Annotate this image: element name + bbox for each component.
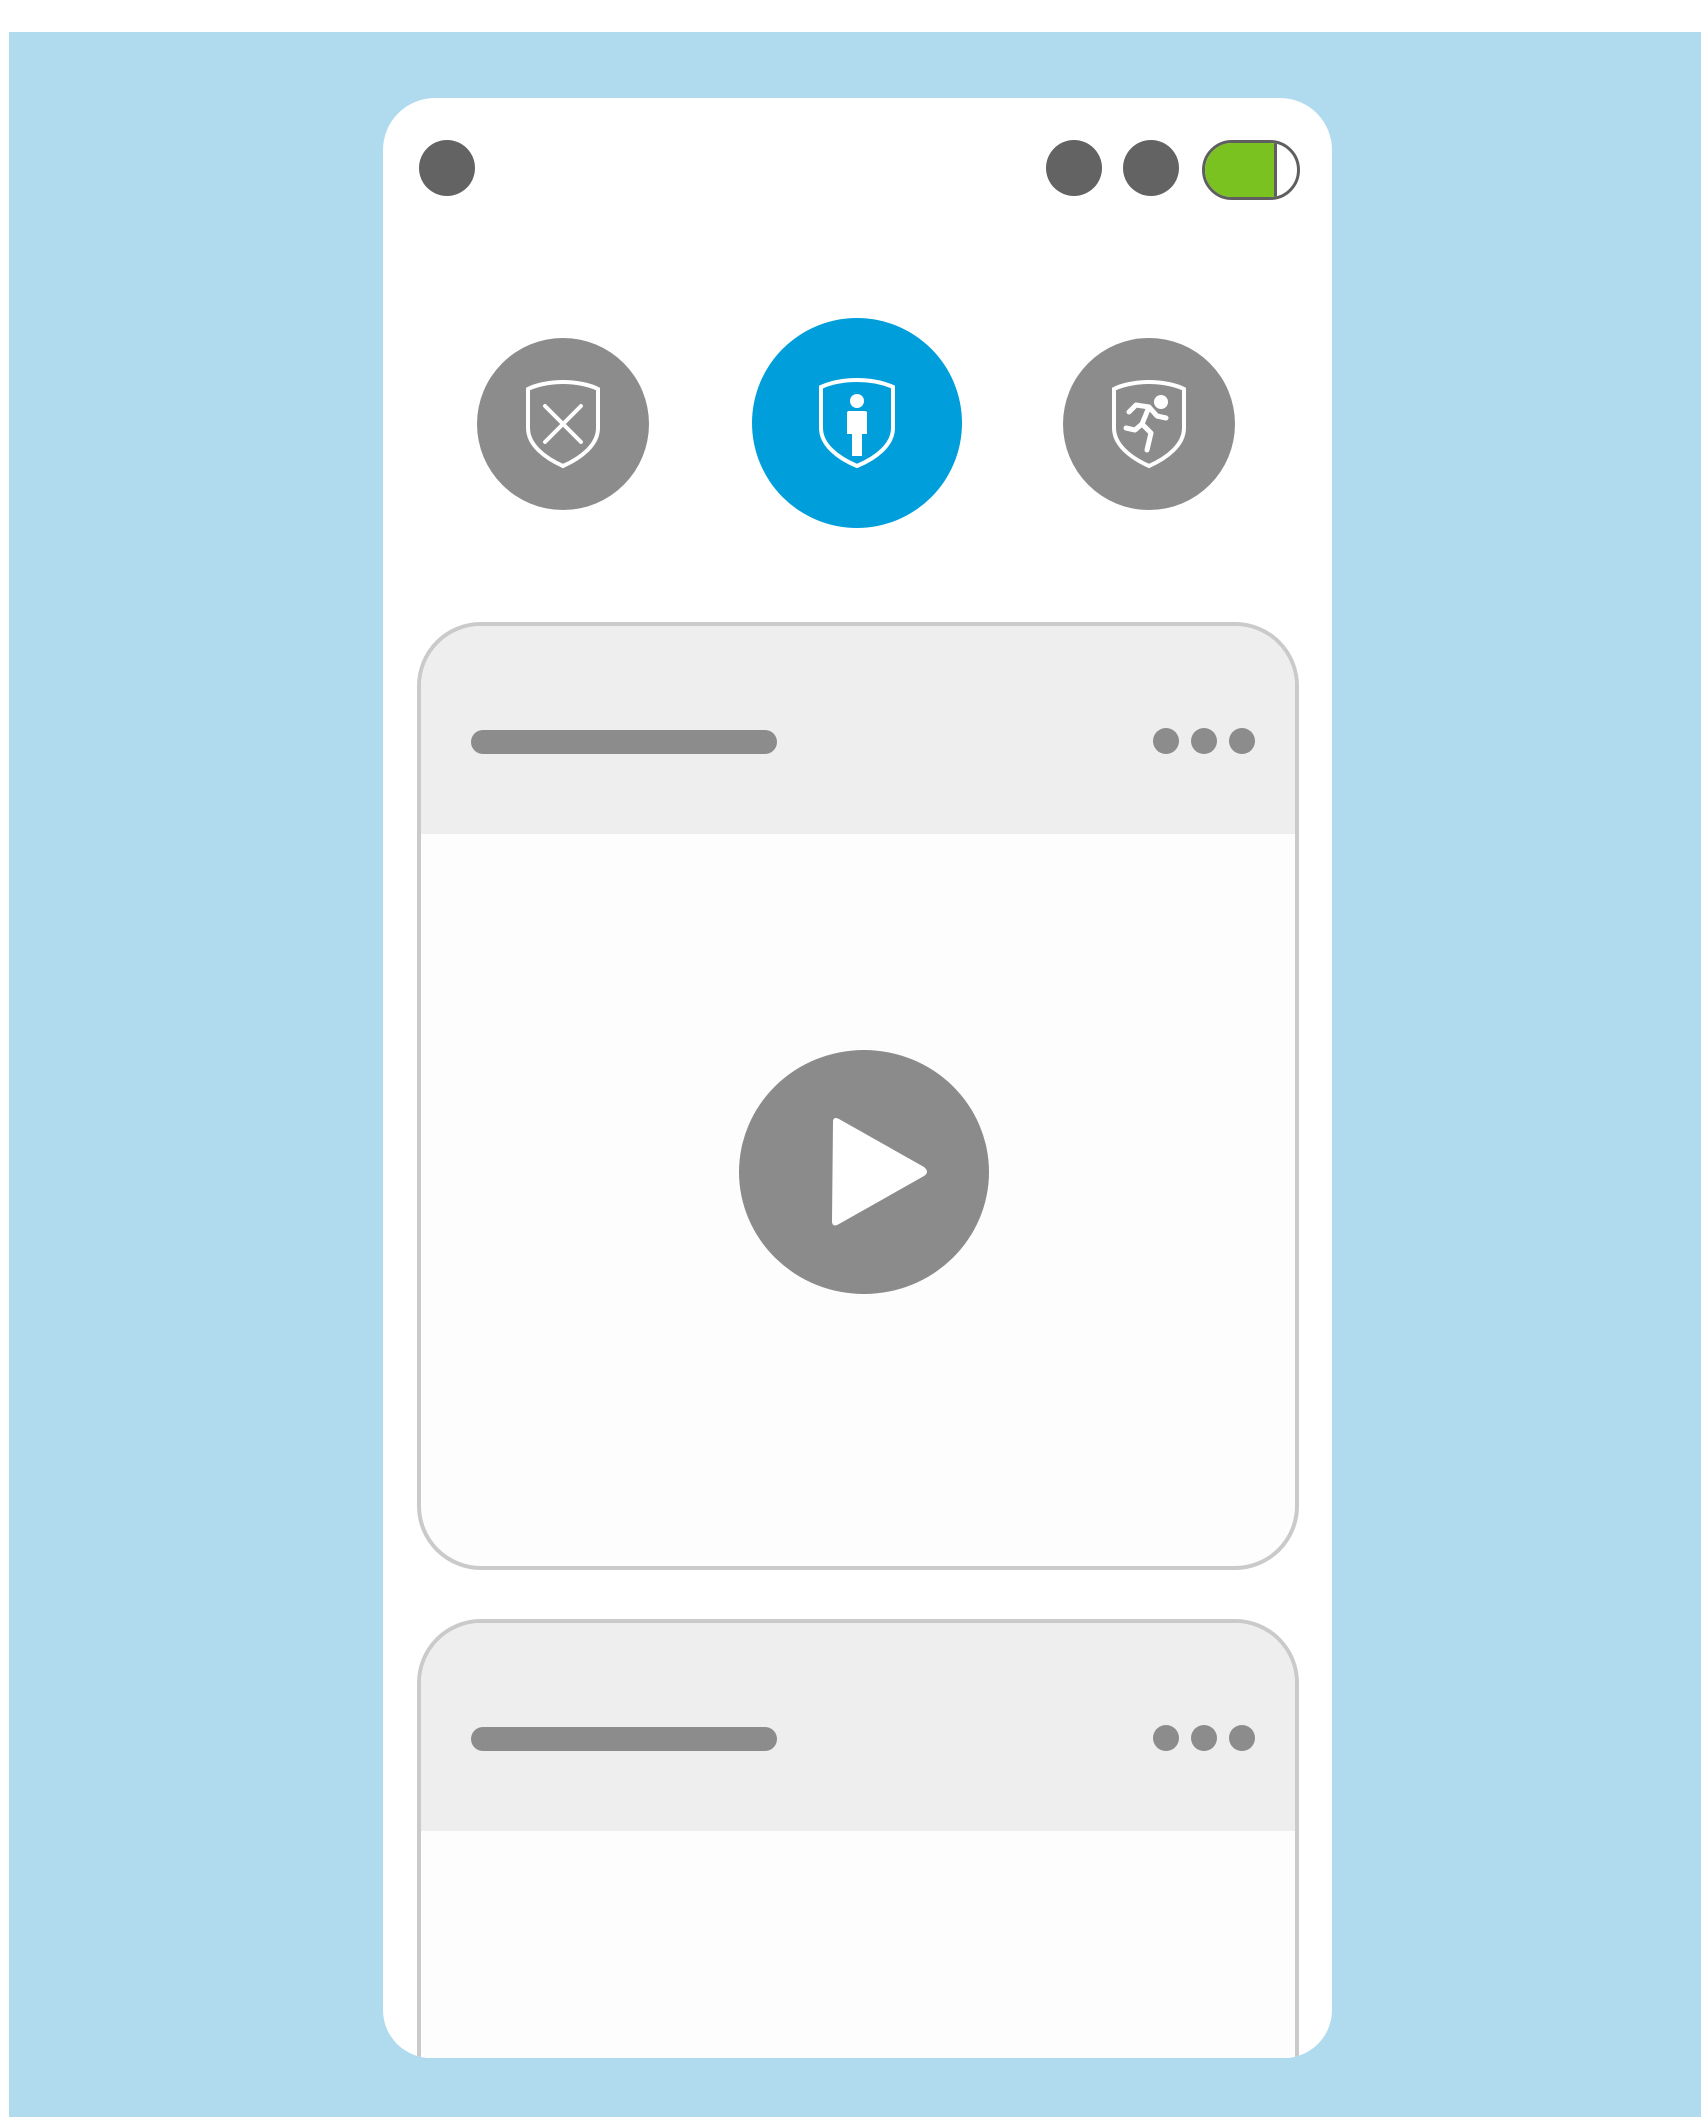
play-button[interactable] (739, 1050, 989, 1294)
battery-level (1205, 143, 1277, 197)
shield-x-icon (526, 379, 600, 469)
camera-card[interactable] (417, 1619, 1299, 2058)
home-mode-button[interactable] (752, 318, 962, 528)
wifi-indicator (1123, 140, 1179, 196)
signal-indicator (1046, 140, 1102, 196)
camera-dot (419, 140, 475, 196)
more-dots-icon[interactable] (1153, 1725, 1255, 1751)
phone-screen (383, 98, 1332, 2058)
more-dots-icon[interactable] (1153, 728, 1255, 754)
shield-person-icon (819, 377, 895, 469)
card-title-placeholder (471, 1727, 777, 1751)
disarm-mode-button[interactable] (477, 338, 649, 510)
card-title-placeholder (471, 730, 777, 754)
away-mode-button[interactable] (1063, 338, 1235, 510)
card-header (421, 626, 1295, 834)
shield-running-person-icon (1112, 379, 1186, 469)
play-icon (832, 1118, 927, 1226)
card-header (421, 1623, 1295, 1831)
camera-card[interactable] (417, 622, 1299, 1570)
battery-icon (1202, 140, 1300, 200)
